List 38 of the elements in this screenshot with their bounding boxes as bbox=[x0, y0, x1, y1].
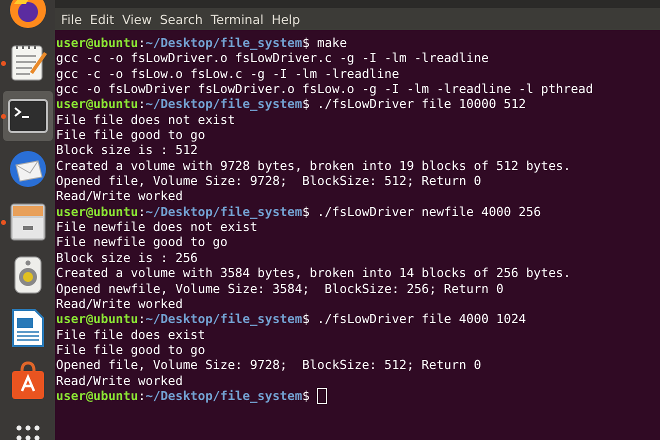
app-grid-icon[interactable] bbox=[14, 424, 40, 440]
output-line: Opened file, Volume Size: 9728; BlockSize: 512; Return 0 bbox=[56, 173, 482, 188]
output-line: File file does not exist bbox=[56, 112, 236, 128]
output-line: gcc -c -o fsLowDriver.o fsLowDriver.c -g -I -lm -lreadline bbox=[56, 50, 489, 66]
menu-item[interactable]: Edit bbox=[86, 12, 118, 26]
output-line: gcc -c -o fsLow.o fsLow.c -g -I -lm -lreadline bbox=[56, 66, 400, 82]
output-line: Created a volume with 3584 bytes, broken into 14 blocks of 256 bytes. bbox=[56, 265, 571, 280]
output-line: gcc -o fsLowDriver fsLowDriver.o fsLow.o -g -I -lm -lreadline -l pthread bbox=[56, 81, 594, 96]
output-line: File file good to go bbox=[56, 127, 206, 142]
mail-icon[interactable] bbox=[8, 148, 48, 188]
output-line: File file good to go bbox=[56, 342, 206, 358]
file-cabinet-icon[interactable] bbox=[8, 202, 46, 242]
menu-item[interactable]: Search bbox=[156, 12, 207, 26]
output-line: Read/Write worked bbox=[56, 296, 183, 312]
prompt-text: user@ubuntu:~/Desktop/file_system$ bbox=[56, 388, 310, 404]
browser-icon[interactable] bbox=[8, 0, 48, 30]
output-line: Created a volume with 9728 bytes, broken into 19 blocks of 512 bytes. bbox=[56, 158, 571, 174]
prompt-text: user@ubuntu:~/Desktop/file_system$ ./fsLowDriver newfile 4000 256 bbox=[56, 204, 541, 220]
output-line: Block size is : 256 bbox=[56, 250, 198, 266]
prompt-text: user@ubuntu:~/Desktop/file_system$ ./fsLowDriver file 4000 1024 bbox=[56, 311, 526, 327]
output-line: Opened file, Volume Size: 9728; BlockSize: 512; Return 0 bbox=[56, 357, 482, 373]
terminal-icon[interactable] bbox=[8, 98, 48, 132]
output-line: File newfile good to go bbox=[56, 234, 228, 250]
output-line: File newfile does not exist bbox=[56, 219, 258, 234]
menu-item[interactable]: File bbox=[57, 12, 86, 26]
shopping-bag-icon[interactable] bbox=[10, 360, 46, 400]
output-line: Opened newfile, Volume Size: 3584; BlockSize: 256; Return 0 bbox=[56, 280, 504, 296]
output-line: File file does exist bbox=[56, 326, 206, 342]
document-icon[interactable] bbox=[10, 308, 44, 348]
speaker-icon[interactable] bbox=[12, 254, 42, 294]
prompt-text: user@ubuntu:~/Desktop/file_system$ ./fsLowDriver file 10000 512 bbox=[56, 96, 526, 112]
output-line: Read/Write worked bbox=[56, 372, 183, 388]
output-line: Read/Write worked bbox=[56, 188, 183, 204]
menu-item[interactable]: Help bbox=[268, 12, 304, 26]
menu-item[interactable]: View bbox=[118, 12, 156, 26]
menu-item[interactable]: Terminal bbox=[206, 12, 268, 26]
prompt-text: user@ubuntu:~/Desktop/file_system$ make bbox=[56, 35, 347, 50]
output-line: Block size is : 512 bbox=[56, 142, 198, 158]
